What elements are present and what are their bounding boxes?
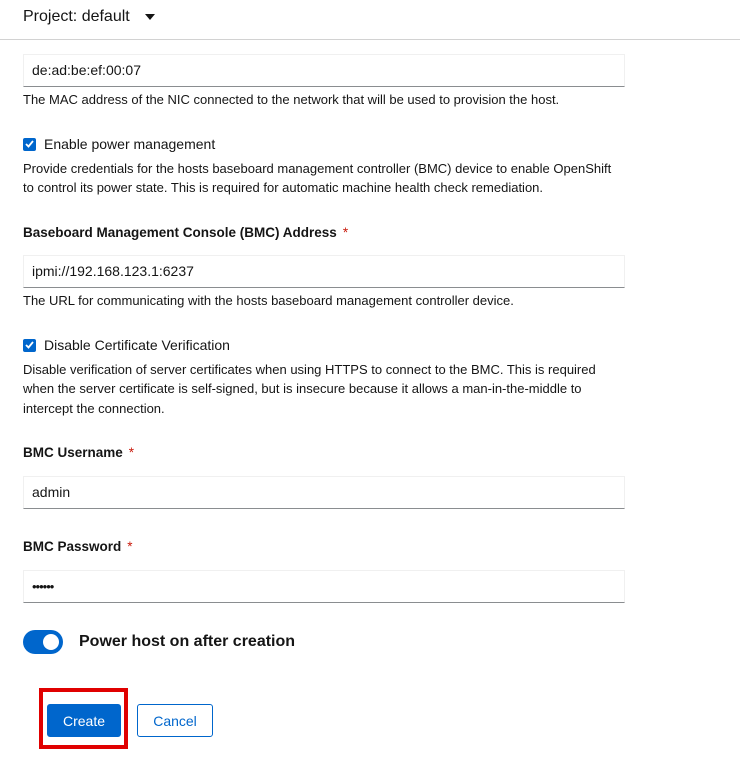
disable-cert-checkbox[interactable] bbox=[23, 338, 36, 352]
required-mark: * bbox=[127, 539, 133, 554]
caret-down-icon bbox=[144, 14, 155, 20]
disable-cert-helper-1: Disable verification of server certifica… bbox=[23, 362, 596, 377]
power-management-checkbox[interactable] bbox=[23, 137, 36, 151]
power-management-checkbox-row[interactable]: Enable power management bbox=[23, 136, 215, 152]
disable-cert-checkbox-row[interactable]: Disable Certificate Verification bbox=[23, 337, 230, 353]
bmc-password-label-text: BMC Password bbox=[23, 539, 122, 554]
disable-cert-label: Disable Certificate Verification bbox=[44, 337, 230, 353]
bmc-address-helper: The URL for communicating with the hosts… bbox=[23, 293, 514, 308]
power-management-label: Enable power management bbox=[44, 136, 216, 152]
power-on-toggle[interactable] bbox=[23, 630, 63, 654]
checkmark-icon bbox=[25, 140, 34, 148]
required-mark: * bbox=[128, 445, 135, 460]
bmc-username-field[interactable]: admin bbox=[23, 476, 625, 509]
required-mark: * bbox=[342, 225, 349, 240]
boot-mac-field[interactable]: de:ad:be:ef:00:07 bbox=[23, 54, 625, 87]
power-on-toggle-row[interactable]: Power host on after creation bbox=[23, 630, 295, 654]
cancel-button[interactable]: Cancel bbox=[137, 704, 213, 737]
toggle-knob bbox=[43, 634, 59, 650]
checkmark-icon bbox=[25, 341, 34, 349]
disable-cert-helper-3: intercept the connection. bbox=[23, 401, 165, 416]
top-bar: Project: default bbox=[0, 0, 740, 40]
disable-cert-helper-2: when the server certificate is self-sign… bbox=[23, 381, 582, 396]
bmc-password-label: BMC Password * bbox=[23, 539, 133, 554]
bmc-address-label-text: Baseboard Management Console (BMC) Addre… bbox=[23, 225, 337, 240]
bmc-password-field[interactable]: •••••• bbox=[23, 570, 625, 603]
power-management-helper-1: Provide credentials for the hosts basebo… bbox=[23, 161, 612, 176]
project-selector-label: Project: default bbox=[23, 8, 130, 25]
bmc-username-label-text: BMC Username bbox=[23, 445, 123, 460]
project-selector[interactable]: Project: default bbox=[23, 8, 155, 26]
boot-mac-helper: The MAC address of the NIC connected to … bbox=[23, 92, 560, 107]
create-button[interactable]: Create bbox=[47, 704, 121, 737]
bmc-address-field[interactable]: ipmi://192.168.123.1:6237 bbox=[23, 255, 625, 288]
bmc-username-label: BMC Username * bbox=[23, 445, 134, 460]
power-on-toggle-label: Power host on after creation bbox=[79, 633, 296, 650]
bmc-address-label: Baseboard Management Console (BMC) Addre… bbox=[23, 225, 348, 240]
power-management-helper-2: to control its power state. This is requ… bbox=[23, 180, 544, 195]
